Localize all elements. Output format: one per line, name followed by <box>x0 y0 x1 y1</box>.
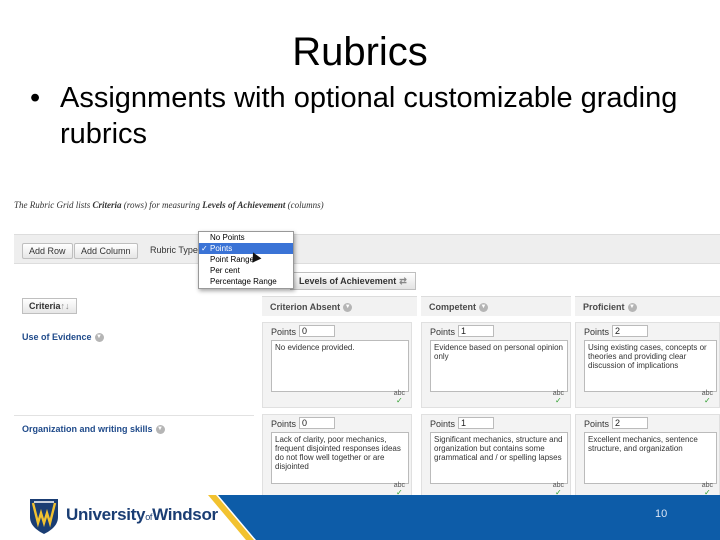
spellcheck-button[interactable]: abc ✓ <box>394 390 405 405</box>
description-textarea[interactable]: Using existing cases, concepts or theori… <box>584 340 717 392</box>
description-textarea[interactable]: Evidence based on personal opinion only <box>430 340 568 392</box>
points-label: Points <box>271 327 297 337</box>
column-header-competent[interactable]: Competent ▼ <box>421 296 571 316</box>
rubric-cell: Points 0 No evidence provided. abc ✓ <box>262 322 412 408</box>
points-label: Points <box>430 327 456 337</box>
spellcheck-button[interactable]: abc ✓ <box>702 390 713 405</box>
column-label: Proficient <box>583 302 625 312</box>
checkmark-icon: ✓ <box>555 396 562 405</box>
description-textarea[interactable]: Significant mechanics, structure and org… <box>430 432 568 484</box>
column-header-criterion-absent[interactable]: Criterion Absent ▼ <box>262 296 417 316</box>
checkmark-icon: ✓ <box>396 396 403 405</box>
option-label: Points <box>210 244 233 253</box>
levels-label: Levels of Achievement <box>299 276 397 286</box>
intro-text: (columns) <box>285 200 324 210</box>
rubric-cell: Points 1 Evidence based on personal opin… <box>421 322 571 408</box>
rubric-cell: Points 2 Excellent mechanics, sentence s… <box>575 414 720 495</box>
intro-criteria: Criteria <box>92 200 122 210</box>
spellcheck-button[interactable]: abc ✓ <box>394 482 405 495</box>
rubric-type-option[interactable]: Point Range <box>199 254 293 265</box>
points-input[interactable]: 0 <box>299 417 335 429</box>
chevron-down-circle-icon[interactable]: ▼ <box>627 303 637 313</box>
rubric-type-option[interactable]: Percentage Range <box>199 276 293 287</box>
sort-arrows-icon: ↑↓ <box>60 301 70 311</box>
rubric-type-option-selected[interactable]: ✓ Points <box>199 243 293 254</box>
rubric-type-option[interactable]: No Points <box>199 232 293 243</box>
chevron-down-circle-icon[interactable]: ▼ <box>343 303 353 313</box>
chevron-down-circle-icon[interactable]: ▼ <box>155 425 165 435</box>
checkmark-icon: ✓ <box>704 396 711 405</box>
rubric-type-option[interactable]: Per cent <box>199 265 293 276</box>
points-label: Points <box>584 327 610 337</box>
spellcheck-button[interactable]: abc ✓ <box>553 482 564 495</box>
levels-of-achievement-button[interactable]: Levels of Achievement ⇄ <box>290 272 416 290</box>
column-label: Criterion Absent <box>270 302 341 312</box>
criterion-text: Use of Evidence <box>22 332 92 342</box>
university-wordmark: UniversityofWindsor <box>66 505 218 525</box>
add-column-button[interactable]: Add Column <box>74 243 138 259</box>
rubric-cell: Points 1 Significant mechanics, structur… <box>421 414 571 495</box>
windsor-shield-icon <box>30 499 58 534</box>
rubric-grid-intro: The Rubric Grid lists Criteria (rows) fo… <box>14 200 324 210</box>
footer-blue-band <box>208 495 720 540</box>
column-label: Competent <box>429 302 476 312</box>
column-header-proficient[interactable]: Proficient ▼ <box>575 296 720 316</box>
add-row-button[interactable]: Add Row <box>22 243 73 259</box>
points-input[interactable]: 0 <box>299 325 335 337</box>
rubric-screenshot: The Rubric Grid lists Criteria (rows) fo… <box>0 190 720 495</box>
rubric-cell: Points 2 Using existing cases, concepts … <box>575 322 720 408</box>
bullet-dot-icon: • <box>30 82 41 114</box>
page-number: 10 <box>655 508 668 520</box>
description-textarea[interactable]: Lack of clarity, poor mechanics, frequen… <box>271 432 409 484</box>
points-label: Points <box>430 419 456 429</box>
criteria-label: Criteria <box>29 301 61 311</box>
criteria-sort-button[interactable]: Criteria↑↓ <box>22 298 77 314</box>
spellcheck-button[interactable]: abc ✓ <box>702 482 713 495</box>
row-divider <box>14 415 254 416</box>
intro-text: (rows) for measuring <box>121 200 203 210</box>
rubric-type-label: Rubric Type <box>150 245 198 255</box>
description-textarea[interactable]: No evidence provided. <box>271 340 409 392</box>
rubric-type-dropdown[interactable]: No Points ✓ Points Point Range Per cent P… <box>198 231 294 289</box>
rubric-toolbar: Add Row Add Column Rubric Type <box>14 234 720 264</box>
criterion-label-use-of-evidence[interactable]: Use of Evidence ▼ <box>22 332 104 343</box>
intro-levels: Levels of Achievement <box>202 200 286 210</box>
rubric-cell: Points 0 Lack of clarity, poor mechanics… <box>262 414 412 495</box>
criterion-text: Organization and writing skills <box>22 424 153 434</box>
slide-title: Rubrics <box>292 30 428 74</box>
wordmark-university: University <box>66 505 146 524</box>
bullet-text: Assignments with optional customizable g… <box>60 82 678 150</box>
description-textarea[interactable]: Excellent mechanics, sentence structure,… <box>584 432 717 484</box>
chevron-down-circle-icon[interactable]: ▼ <box>479 303 488 313</box>
intro-text: The Rubric Grid lists <box>14 200 93 210</box>
points-input[interactable]: 1 <box>458 417 494 429</box>
criterion-label-organization[interactable]: Organization and writing skills ▼ <box>22 424 165 435</box>
swap-arrows-icon: ⇄ <box>399 276 407 286</box>
spellcheck-button[interactable]: abc ✓ <box>553 390 564 405</box>
points-input[interactable]: 2 <box>612 325 648 337</box>
points-label: Points <box>584 419 610 429</box>
bullet-point: • Assignments with optional customizable… <box>30 80 690 152</box>
points-label: Points <box>271 419 297 429</box>
checkmark-icon: ✓ <box>201 244 208 253</box>
points-input[interactable]: 1 <box>458 325 494 337</box>
chevron-down-circle-icon[interactable]: ▼ <box>94 333 104 343</box>
points-input[interactable]: 2 <box>612 417 648 429</box>
